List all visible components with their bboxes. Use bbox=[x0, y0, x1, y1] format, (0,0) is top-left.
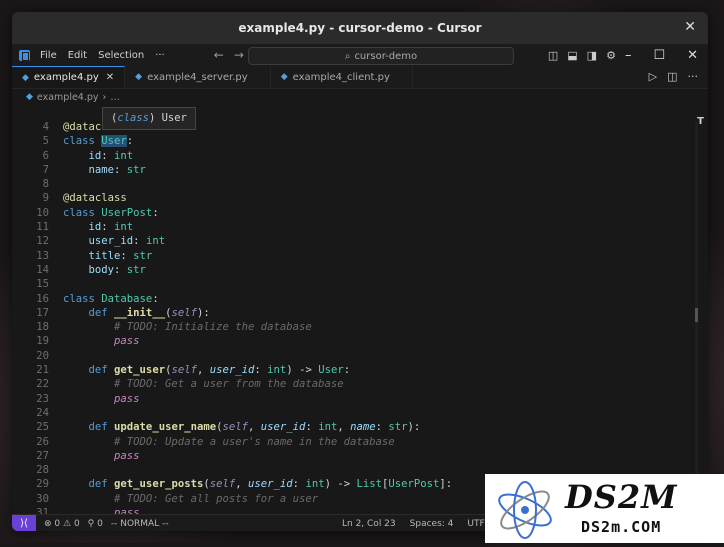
tab-example4-server[interactable]: ◆ example4_server.py bbox=[125, 66, 271, 88]
toggle-secondary-sidebar-icon[interactable]: ◨ bbox=[587, 49, 597, 62]
tab-example4[interactable]: ◆ example4.py ✕ bbox=[12, 66, 126, 88]
python-file-icon: ◆ bbox=[22, 72, 29, 83]
back-arrow-icon[interactable]: ← bbox=[214, 48, 224, 62]
breadcrumb: ◆ example4.py › … bbox=[12, 89, 708, 105]
tab-bar: ◆ example4.py ✕ ◆ example4_server.py ◆ e… bbox=[12, 66, 708, 89]
watermark: DS2M DS2m.COM bbox=[485, 474, 724, 543]
menu-edit[interactable]: Edit bbox=[68, 50, 87, 61]
overview-ruler-marker: T bbox=[697, 116, 704, 127]
scrollbar-thumb[interactable] bbox=[695, 308, 698, 322]
problems-indicator[interactable]: ⊗ 0 ⚠ 0 bbox=[44, 519, 80, 529]
cursor-position[interactable]: Ln 2, Col 23 bbox=[342, 519, 396, 529]
tab-example4-client[interactable]: ◆ example4_client.py bbox=[271, 66, 413, 88]
search-icon: ⌕ bbox=[344, 50, 351, 62]
split-editor-icon[interactable]: ◫ bbox=[667, 70, 677, 83]
hover-keyword: class bbox=[117, 112, 149, 124]
ports-indicator[interactable]: ⚲ 0 bbox=[88, 519, 103, 529]
hover-tooltip: (class) User bbox=[102, 107, 196, 130]
maximize-icon[interactable]: ☐ bbox=[653, 48, 665, 63]
indentation[interactable]: Spaces: 4 bbox=[410, 519, 454, 529]
close-window-icon[interactable]: ✕ bbox=[684, 19, 696, 35]
error-count: 0 bbox=[54, 518, 61, 529]
atom-logo-icon bbox=[498, 481, 552, 539]
python-file-icon: ◆ bbox=[26, 92, 33, 102]
hover-name: User bbox=[161, 112, 187, 124]
run-icon[interactable]: ▷ bbox=[649, 70, 657, 83]
sidebar-toggle-icon[interactable] bbox=[19, 49, 30, 61]
breadcrumb-more[interactable]: … bbox=[110, 92, 120, 103]
python-file-icon: ◆ bbox=[280, 72, 288, 82]
menu-bar: File Edit Selection ··· ← → ⌕ cursor-dem… bbox=[12, 44, 708, 66]
ports-count: 0 bbox=[97, 518, 103, 529]
more-actions-icon[interactable]: ··· bbox=[688, 70, 699, 83]
search-label: cursor-demo bbox=[354, 50, 418, 62]
tab-label: example4_server.py bbox=[147, 71, 248, 83]
toggle-primary-sidebar-icon[interactable]: ◫ bbox=[548, 49, 558, 62]
editor-scrollbar[interactable] bbox=[695, 122, 698, 514]
code-editor[interactable]: 4 @datac 5 class User: 6 id: int 7 name: s… bbox=[12, 120, 708, 519]
settings-gear-icon[interactable]: ⚙ bbox=[606, 49, 616, 62]
editor-window: example4.py - cursor-demo - Cursor ✕ Fil… bbox=[12, 12, 708, 531]
tab-label: example4_client.py bbox=[292, 71, 390, 83]
vim-mode: -- NORMAL -- bbox=[110, 518, 169, 529]
tab-close-icon[interactable]: ✕ bbox=[106, 72, 114, 83]
python-file-icon: ◆ bbox=[135, 72, 143, 82]
watermark-site: DS2m.COM bbox=[581, 518, 662, 536]
tab-label: example4.py bbox=[33, 72, 99, 83]
breadcrumb-separator: › bbox=[102, 91, 107, 103]
remote-indicator-icon[interactable]: ⟩⟨ bbox=[12, 515, 36, 531]
menu-file[interactable]: File bbox=[40, 50, 57, 61]
warning-count: 0 bbox=[73, 518, 80, 529]
forward-arrow-icon[interactable]: → bbox=[234, 48, 244, 62]
window-title: example4.py - cursor-demo - Cursor bbox=[238, 21, 482, 35]
menu-selection[interactable]: Selection bbox=[98, 50, 144, 61]
toggle-panel-icon[interactable]: ⬓ bbox=[567, 49, 577, 62]
breadcrumb-file[interactable]: example4.py bbox=[37, 92, 99, 103]
watermark-logo: DS2M bbox=[565, 478, 678, 516]
title-bar: example4.py - cursor-demo - Cursor ✕ bbox=[12, 12, 708, 44]
command-center-search[interactable]: ⌕ cursor-demo bbox=[248, 47, 514, 65]
minimize-icon[interactable]: – bbox=[625, 48, 632, 63]
menu-more[interactable]: ··· bbox=[155, 50, 165, 61]
close-icon[interactable]: ✕ bbox=[687, 48, 698, 63]
